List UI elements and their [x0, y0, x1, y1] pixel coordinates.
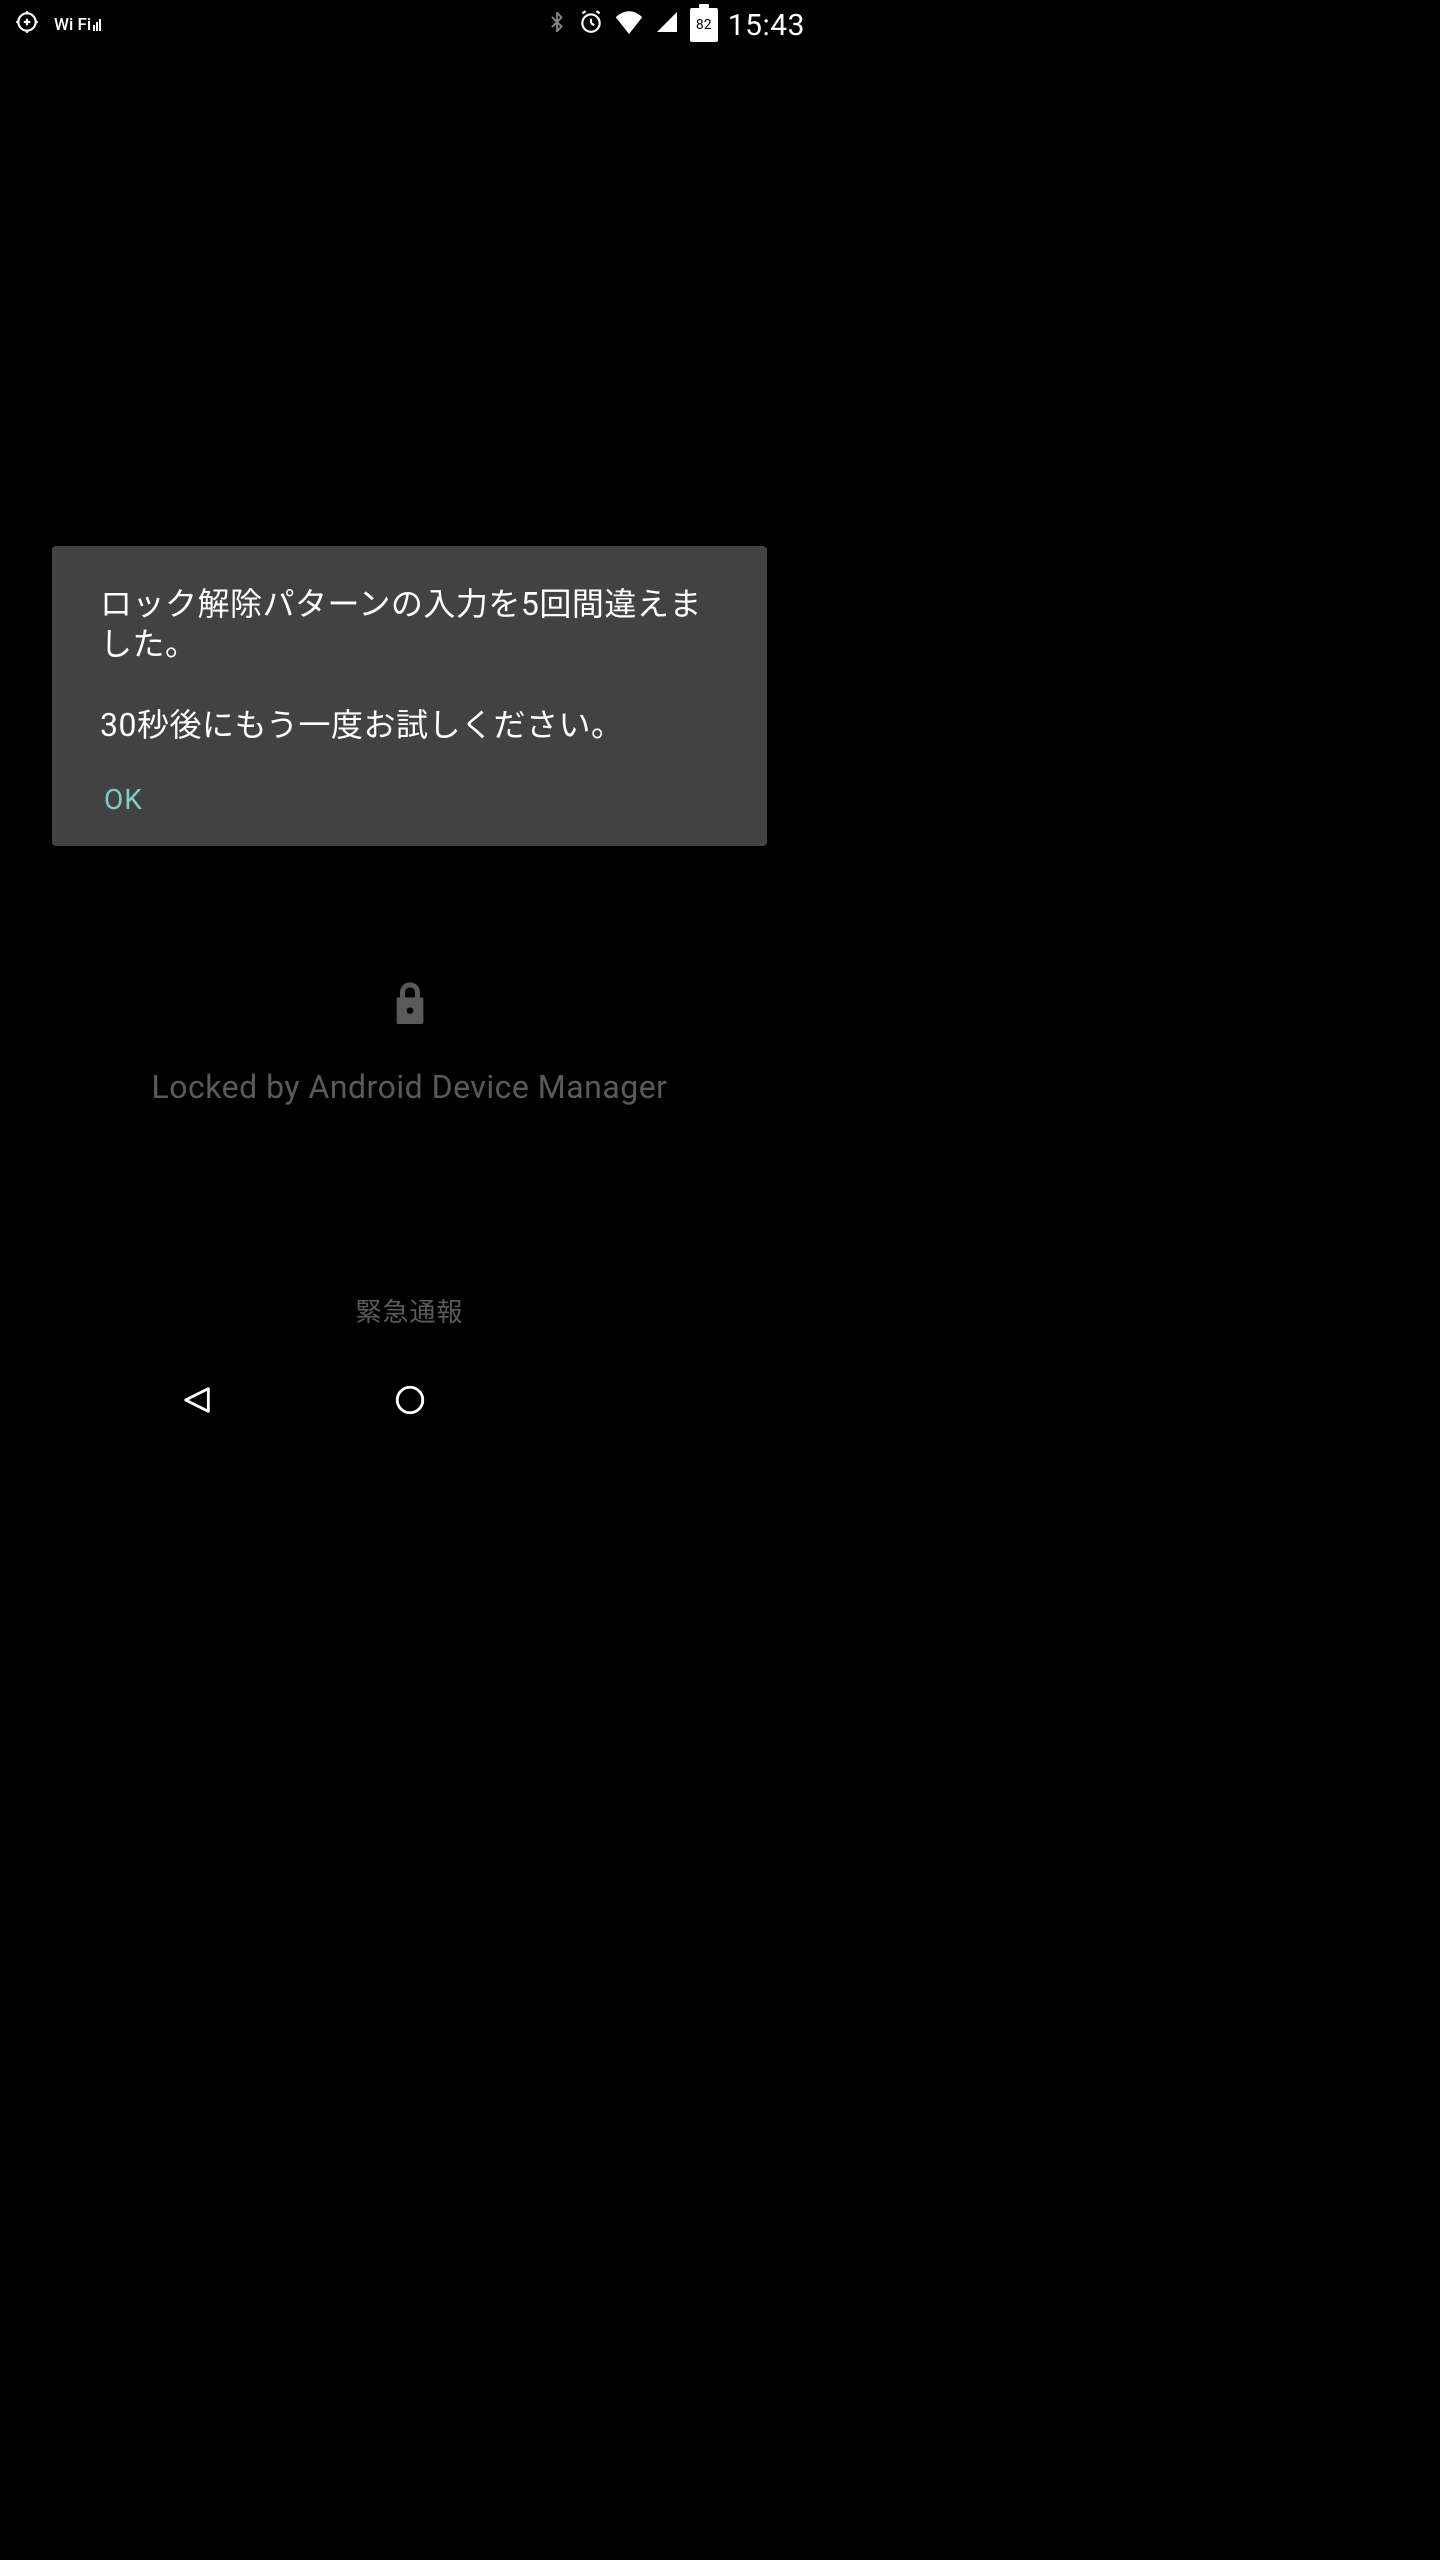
- back-button[interactable]: [177, 1380, 217, 1420]
- status-bar-left: Wi Fi: [14, 9, 101, 41]
- bluetooth-icon: [546, 9, 568, 41]
- lock-screen-content: Locked by Android Device Manager: [0, 980, 819, 1106]
- navigation-bar: [0, 1360, 819, 1440]
- wifi-label: Wi Fi: [54, 15, 101, 35]
- alarm-icon: [578, 9, 604, 41]
- wifi-bars-icon: [93, 19, 101, 31]
- locked-by-text: Locked by Android Device Manager: [0, 1068, 819, 1106]
- status-bar-right: 82 15:43: [546, 8, 805, 43]
- error-dialog: ロック解除パターンの入力を5回間違えました。 30秒後にもう一度お試しください。…: [52, 546, 767, 846]
- emergency-call-label: 緊急通報: [355, 1298, 463, 1328]
- status-bar: Wi Fi: [0, 0, 819, 50]
- lock-icon: [390, 1013, 430, 1032]
- cellular-signal-icon: [654, 10, 680, 40]
- dialog-message: ロック解除パターンの入力を5回間違えました。 30秒後にもう一度お試しください。: [100, 584, 719, 745]
- battery-icon: 82: [690, 8, 718, 42]
- location-icon: [14, 9, 40, 41]
- battery-percent-text: 82: [696, 17, 712, 33]
- status-time: 15:43: [728, 8, 805, 43]
- emergency-call-button[interactable]: 緊急通報: [0, 1292, 819, 1329]
- dialog-actions: OK: [100, 777, 719, 822]
- home-button[interactable]: [390, 1380, 430, 1420]
- wifi-signal-icon: [614, 10, 644, 40]
- wifi-label-text: Wi Fi: [54, 15, 91, 35]
- ok-button[interactable]: OK: [100, 777, 147, 822]
